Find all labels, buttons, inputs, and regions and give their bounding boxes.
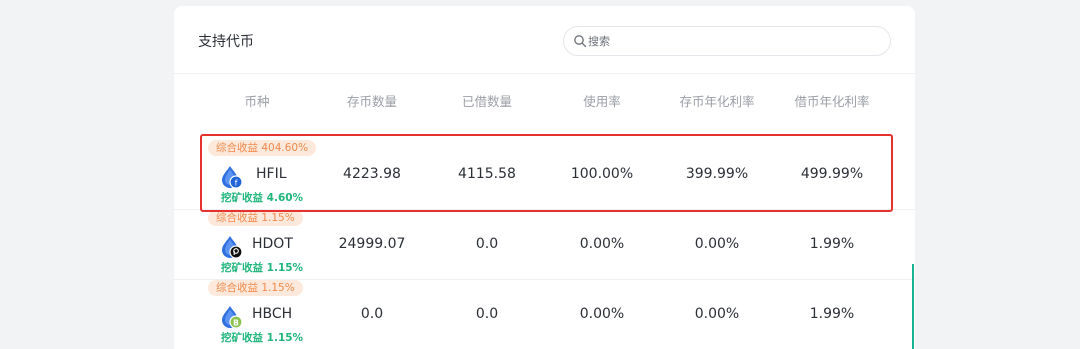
borrowed-value: 0.0 xyxy=(475,236,499,252)
deposit-apy-value: 0.00% xyxy=(694,306,740,322)
scrollbar[interactable] xyxy=(912,264,914,349)
coin-cell: 综合收益 1.15% B HBCH 挖矿收益 1.15% xyxy=(174,280,324,349)
deposited-value: 0.0 xyxy=(360,306,384,322)
polkadot-icon xyxy=(222,236,243,259)
svg-text:B: B xyxy=(233,318,239,327)
header-borrowed: 已借数量 xyxy=(461,94,512,109)
coin-name: HDOT xyxy=(252,236,293,252)
borrow-apy-value: 1.99% xyxy=(809,236,855,252)
deposit-apy-value: 0.00% xyxy=(694,236,740,252)
coin-cell: 综合收益 1.15% HDOT 挖矿收益 1.15% xyxy=(174,210,324,280)
header-deposit-apy: 存币年化利率 xyxy=(679,94,755,109)
search-box[interactable] xyxy=(563,26,891,56)
table-row[interactable]: 综合收益 1.15% HDOT 挖矿收益 1.15% 24999.07 0.0 … xyxy=(174,210,915,280)
search-input[interactable] xyxy=(588,32,878,50)
deposited-value: 24999.07 xyxy=(338,236,406,252)
header-borrow-apy: 借币年化利率 xyxy=(794,94,870,109)
header-utilization: 使用率 xyxy=(583,94,621,109)
header-coin: 币种 xyxy=(244,94,270,109)
utilization-value: 0.00% xyxy=(579,306,625,322)
borrowed-value: 0.0 xyxy=(475,306,499,322)
card-header: 支持代币 xyxy=(174,6,915,74)
coin-name: HBCH xyxy=(252,306,293,322)
bitcoin-cash-icon: B xyxy=(222,306,243,329)
table-header: 币种 存币数量 已借数量 使用率 存币年化利率 借币年化利率 xyxy=(174,91,915,113)
mining-yield: 挖矿收益 1.15% xyxy=(221,332,304,344)
total-yield-badge: 综合收益 1.15% xyxy=(208,280,303,296)
highlight-box xyxy=(200,134,893,212)
table-row[interactable]: 综合收益 1.15% B HBCH 挖矿收益 1.15% 0.0 0.0 0.0… xyxy=(174,280,915,349)
mining-yield: 挖矿收益 1.15% xyxy=(221,262,304,274)
total-yield-badge: 综合收益 1.15% xyxy=(208,210,303,226)
borrow-apy-value: 1.99% xyxy=(809,306,855,322)
card-title: 支持代币 xyxy=(198,34,254,50)
utilization-value: 0.00% xyxy=(579,236,625,252)
header-deposited: 存币数量 xyxy=(346,94,397,109)
search-icon xyxy=(574,35,587,48)
